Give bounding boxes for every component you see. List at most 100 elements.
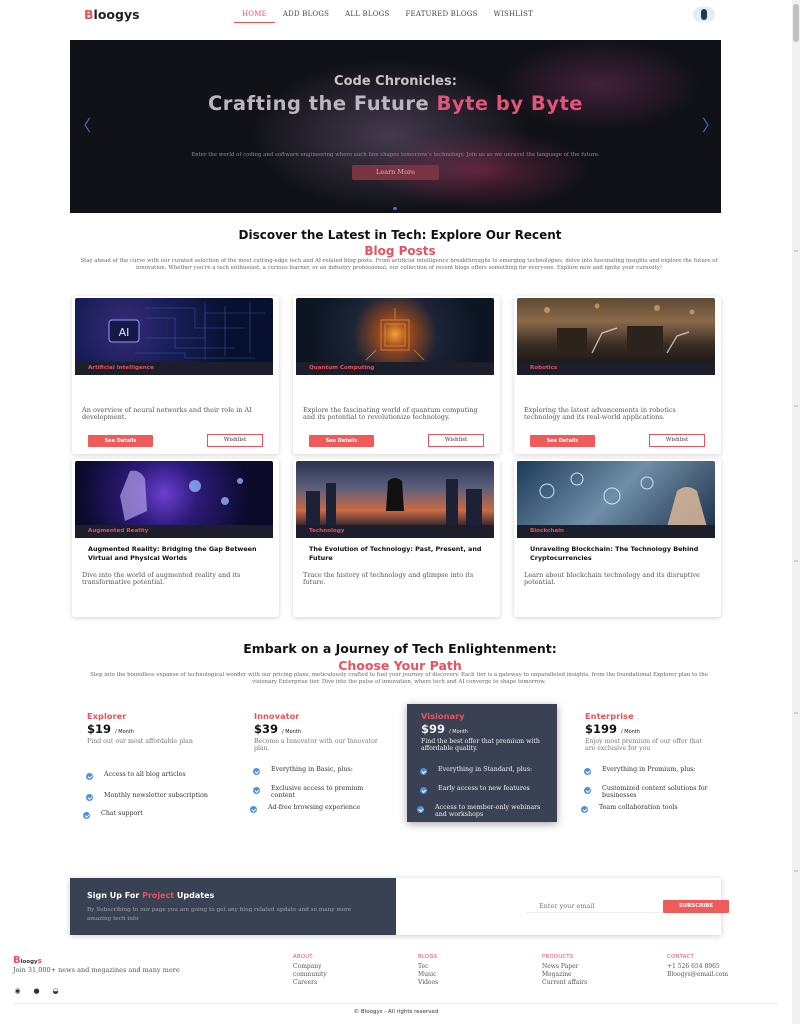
check-icon bbox=[584, 768, 591, 775]
blog-card: Quantum Computing Explore the fascinatin… bbox=[293, 296, 500, 454]
nav-link-wishlist[interactable]: WISHLIST bbox=[486, 10, 541, 23]
blog-card-category: Artificial Intelligence bbox=[75, 362, 273, 375]
facebook-icon[interactable]: ● bbox=[32, 988, 41, 995]
carousel-next-icon[interactable]: 〉 bbox=[702, 118, 718, 134]
plan-price: $199 / Month bbox=[585, 722, 640, 736]
footer-link[interactable]: Careers bbox=[293, 979, 327, 987]
footer-link[interactable]: Tec bbox=[418, 963, 438, 971]
blog-card: Augmented Reality Augmented Reality: Bri… bbox=[72, 459, 279, 617]
plan-name: Enterprise bbox=[585, 711, 634, 721]
blog-card-description: Learn about blockchain technology and it… bbox=[524, 571, 700, 587]
footer-link[interactable]: Music bbox=[418, 971, 438, 979]
recent-subheading: Blog Posts bbox=[364, 244, 436, 258]
footer-link[interactable]: community bbox=[293, 971, 327, 979]
footer-link[interactable]: Videos bbox=[418, 979, 438, 987]
blog-card: Technology The Evolution of Technology: … bbox=[293, 459, 500, 617]
nav-links: HOME ADD BLOGS ALL BLOGS FEATURED BLOGS … bbox=[234, 10, 541, 23]
footer-link[interactable]: Company bbox=[293, 963, 327, 971]
hero-carousel: Code Chronicles: Crafting the Future Byt… bbox=[70, 40, 721, 213]
blog-card-description: An overview of neural networks and their… bbox=[82, 406, 252, 422]
check-icon bbox=[253, 787, 260, 794]
pricing-paragraph: Step into the boundless expanse of techn… bbox=[90, 672, 708, 686]
plan-price: $39 / Month bbox=[254, 722, 301, 736]
check-icon bbox=[83, 812, 90, 819]
hero-title: Crafting the Future Byte by Byte bbox=[208, 92, 583, 115]
nav-link-home[interactable]: HOME bbox=[234, 10, 275, 23]
check-icon bbox=[420, 768, 427, 775]
carousel-indicator[interactable] bbox=[393, 207, 397, 210]
see-details-button[interactable]: See Details bbox=[88, 435, 153, 447]
check-icon bbox=[581, 806, 588, 813]
footer-phone[interactable]: +1 526 654 8965 bbox=[667, 963, 728, 971]
footer-link[interactable]: News Paper bbox=[542, 963, 587, 971]
see-details-button[interactable]: See Details bbox=[530, 435, 595, 447]
nav-link-featured-blogs[interactable]: FEATURED BLOGS bbox=[397, 10, 485, 23]
blog-card-category: Technology bbox=[296, 525, 494, 538]
check-icon bbox=[250, 806, 257, 813]
plan-name: Explorer bbox=[87, 711, 127, 721]
github-icon[interactable]: ◒ bbox=[51, 988, 60, 995]
pricing-plan-innovator[interactable]: Innovator $39 / Month Become a Innovator… bbox=[240, 704, 390, 822]
learn-more-button[interactable]: Learn More bbox=[352, 165, 439, 180]
footer-column-contact: CONTACT +1 526 654 8965 Bloogys@email.co… bbox=[667, 954, 729, 979]
copyright-text: © Bloogys - All rights reserved bbox=[353, 1009, 439, 1015]
plan-description: Become a Innovator with our Innovator pl… bbox=[254, 738, 378, 752]
site-logo[interactable]: Bloogys bbox=[84, 7, 140, 22]
blog-card-category: Robotics bbox=[517, 362, 715, 375]
nav-link-all-blogs[interactable]: ALL BLOGS bbox=[337, 10, 397, 23]
blog-card: Blockchain Unraveling Blockchain: The Te… bbox=[514, 459, 721, 617]
signup-title: Sign Up For Project Updates bbox=[87, 891, 215, 900]
footer-link[interactable]: Current affairs bbox=[542, 979, 587, 987]
footer-column-blogs: BLOGS Tec Music Videos bbox=[418, 954, 439, 987]
footer-logo[interactable]: Bloogys bbox=[13, 955, 42, 966]
user-avatar[interactable] bbox=[693, 7, 715, 22]
recent-heading: Discover the Latest in Tech: Explore Our… bbox=[238, 228, 562, 242]
pricing-plan-explorer[interactable]: Explorer $19 / Month Find out our most a… bbox=[73, 704, 223, 822]
plan-name: Visionary bbox=[421, 711, 465, 721]
recent-paragraph: Stay ahead of the curve with our curated… bbox=[80, 258, 718, 272]
check-icon bbox=[417, 806, 424, 813]
pricing-plan-enterprise[interactable]: Enterprise $199 / Month Enjoy most premi… bbox=[571, 704, 721, 822]
pricing-heading: Embark on a Journey of Tech Enlightenmen… bbox=[243, 641, 557, 656]
plan-price: $19 / Month bbox=[87, 722, 134, 736]
footer-link[interactable]: Megazine bbox=[542, 971, 587, 979]
svg-text:AI: AI bbox=[119, 326, 130, 339]
wishlist-button[interactable]: Wishlist bbox=[649, 434, 705, 447]
dribbble-icon[interactable]: ◉ bbox=[13, 988, 22, 995]
wishlist-button[interactable]: Wishlist bbox=[207, 434, 263, 447]
pricing-plan-visionary[interactable]: Visionary $99 / Month Find the best offe… bbox=[407, 704, 557, 822]
plan-description: Find out our most affordable plan bbox=[87, 738, 193, 745]
plan-description: Enjoy most premium of our offer that are… bbox=[585, 738, 703, 752]
signup-info-panel: Sign Up For Project Updates By Subscribi… bbox=[70, 878, 396, 935]
see-details-button[interactable]: See Details bbox=[309, 435, 374, 447]
plan-price: $99 / Month bbox=[421, 722, 468, 736]
blog-card-description: Dive into the world of augmented reality… bbox=[82, 571, 241, 587]
footer-column-products: PRODUCTS News Paper Megazine Current aff… bbox=[542, 954, 588, 987]
footer-column-about: ABOUT Company community Careers bbox=[293, 954, 327, 987]
pricing-subheading: Choose Your Path bbox=[338, 658, 462, 673]
blog-card-title[interactable]: Augmented Reality: Bridging the Gap Betw… bbox=[88, 545, 268, 562]
blog-card-title[interactable]: Unraveling Blockchain: The Technology Be… bbox=[530, 545, 710, 562]
hero-description: Enter the world of coding and software e… bbox=[191, 152, 600, 158]
page-scrollbar[interactable] bbox=[792, 0, 800, 1024]
blog-card-category: Blockchain bbox=[517, 525, 715, 538]
email-input[interactable] bbox=[526, 900, 664, 913]
check-icon bbox=[253, 768, 260, 775]
carousel-prev-icon[interactable]: 〈 bbox=[75, 118, 91, 134]
nav-link-add-blogs[interactable]: ADD BLOGS bbox=[275, 10, 337, 23]
blog-card-image bbox=[517, 461, 715, 527]
blog-card-title[interactable]: The Evolution of Technology: Past, Prese… bbox=[309, 545, 489, 562]
subscribe-button[interactable]: SUBSCRIBE bbox=[663, 900, 729, 913]
blog-card-image bbox=[75, 461, 273, 527]
blog-card-image bbox=[296, 461, 494, 527]
newsletter-signup: Sign Up For Project Updates By Subscribi… bbox=[70, 878, 729, 935]
footer-email[interactable]: Bloogys@email.com bbox=[667, 971, 728, 979]
blog-card-description: Trace the history of technology and glim… bbox=[303, 571, 474, 587]
plan-name: Innovator bbox=[254, 711, 300, 721]
check-icon bbox=[584, 787, 591, 794]
blog-card-description: Explore the fascinating world of quantum… bbox=[303, 406, 478, 422]
hero-kicker: Code Chronicles: bbox=[334, 74, 457, 89]
blog-card: Robotics Exploring the latest advancemen… bbox=[514, 296, 721, 454]
wishlist-button[interactable]: Wishlist bbox=[428, 434, 484, 447]
check-icon bbox=[86, 773, 93, 780]
